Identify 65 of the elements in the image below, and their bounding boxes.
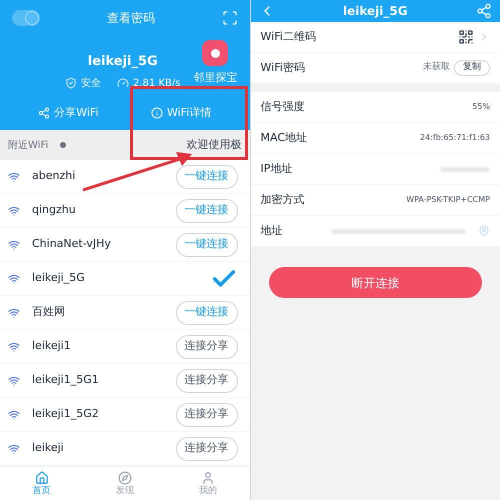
wifi-icon bbox=[8, 374, 20, 386]
nav-tab[interactable]: 发现 bbox=[83, 467, 166, 500]
info-icon bbox=[150, 107, 163, 119]
copy-button[interactable]: 复制 bbox=[454, 60, 490, 76]
wifi-icon bbox=[8, 442, 20, 454]
wifi-icon bbox=[8, 408, 20, 420]
wifi-icon bbox=[8, 272, 20, 284]
shield-icon bbox=[65, 77, 78, 89]
nav-tab[interactable]: 我的 bbox=[166, 467, 250, 500]
notice-text: 欢迎使用极 bbox=[186, 136, 242, 153]
share-wifi-button[interactable]: 分享WiFi bbox=[12, 100, 125, 126]
speed-icon bbox=[117, 77, 130, 89]
nearby-label: 附近WiFi bbox=[8, 138, 48, 152]
network-name: leikeji_5G bbox=[32, 270, 85, 286]
row-value: WPA-PSK-TKIP+CCMP bbox=[406, 194, 490, 206]
row-label: 加密方式 bbox=[260, 192, 304, 208]
speed-reading: 2.81 KB/s bbox=[133, 76, 180, 90]
screen-title: 查看密码 bbox=[106, 10, 155, 27]
share-connect-button[interactable]: 连接分享 bbox=[176, 334, 238, 358]
connect-button[interactable]: 一键连接 bbox=[176, 198, 238, 222]
network-name: leikeji bbox=[32, 440, 64, 456]
blurred-value bbox=[440, 166, 490, 172]
share-icon[interactable] bbox=[476, 3, 492, 19]
network-name: 百姓网 bbox=[32, 304, 65, 320]
row-value: 24:fb:65:71:f1:63 bbox=[420, 132, 490, 144]
connect-button[interactable]: 一键连接 bbox=[176, 164, 238, 188]
map-pin-icon[interactable] bbox=[478, 225, 490, 237]
share-connect-button[interactable]: 连接分享 bbox=[176, 402, 238, 426]
row-label: 信号强度 bbox=[260, 98, 304, 115]
share-connect-button[interactable]: 连接分享 bbox=[176, 436, 238, 460]
toggle-switch[interactable] bbox=[12, 10, 40, 26]
qr-code-icon[interactable] bbox=[458, 29, 474, 45]
wifi-icon bbox=[8, 238, 20, 250]
row-value: 55% bbox=[472, 101, 490, 113]
user-icon bbox=[200, 471, 215, 485]
network-name: leikeji_5G bbox=[88, 53, 158, 71]
row-label: MAC地址 bbox=[260, 130, 308, 146]
network-name: qingzhu bbox=[32, 202, 76, 218]
disconnect-button[interactable]: 断开连接 bbox=[268, 267, 482, 298]
wifi-icon bbox=[8, 340, 20, 352]
row-label: IP地址 bbox=[260, 160, 292, 177]
wifi-icon bbox=[8, 204, 20, 216]
network-name: leikeji1_5G2 bbox=[32, 406, 99, 422]
row-label: 地址 bbox=[260, 222, 282, 239]
network-name: leikeji1 bbox=[32, 338, 71, 354]
network-name: abenzhi bbox=[32, 168, 76, 184]
compass-icon bbox=[118, 471, 132, 485]
row-label: WiFi二维码 bbox=[260, 28, 316, 45]
wifi-icon bbox=[8, 170, 20, 182]
connect-button[interactable]: 一键连接 bbox=[176, 300, 238, 324]
home-icon bbox=[34, 471, 49, 485]
wifi-details-button[interactable]: WiFi详情 bbox=[124, 100, 238, 126]
row-label: WiFi密码 bbox=[260, 60, 305, 76]
scan-icon[interactable] bbox=[222, 10, 238, 26]
wifi-icon bbox=[8, 306, 20, 318]
screen-title: leikeji_5G bbox=[342, 3, 408, 20]
nav-tab[interactable]: 首页 bbox=[0, 467, 84, 500]
network-name: ChinaNet-vJHy bbox=[32, 236, 111, 252]
share-icon bbox=[38, 107, 50, 119]
row-value: 未获取 bbox=[423, 61, 450, 74]
security-status: 安全 bbox=[81, 76, 102, 90]
badge-label: 邻里探宝 bbox=[193, 70, 238, 86]
network-name: leikeji1_5G1 bbox=[32, 372, 99, 388]
share-connect-button[interactable]: 连接分享 bbox=[176, 368, 238, 392]
connect-button[interactable]: 一键连接 bbox=[176, 232, 238, 256]
